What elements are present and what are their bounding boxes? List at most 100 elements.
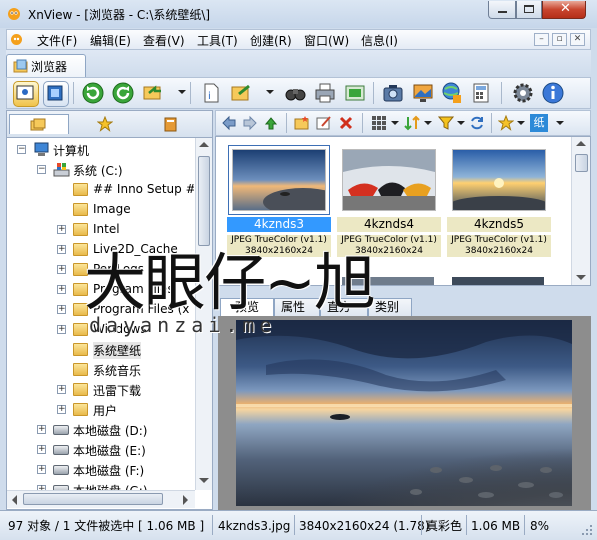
tree-item-folder[interactable]: ## Inno Setup # xyxy=(7,180,194,200)
expand-icon[interactable]: + xyxy=(57,245,66,254)
favorite-star-icon[interactable] xyxy=(498,115,514,131)
sort-dropdown-icon[interactable] xyxy=(424,121,432,125)
sort-icon[interactable] xyxy=(404,115,420,131)
scroll-right-icon[interactable] xyxy=(183,495,188,505)
screen-icon[interactable] xyxy=(411,81,435,105)
mdi-restore-button[interactable]: ▫ xyxy=(552,33,567,46)
expand-icon[interactable]: + xyxy=(37,465,46,474)
expand-icon[interactable]: + xyxy=(57,405,66,414)
menu-view[interactable]: 查看(V) xyxy=(143,32,185,49)
calculator-icon[interactable] xyxy=(469,81,493,105)
thumbnail-image[interactable] xyxy=(342,149,436,211)
expand-icon[interactable]: + xyxy=(57,305,66,314)
scroll-thumb[interactable] xyxy=(575,154,588,172)
mdi-close-button[interactable]: ✕ xyxy=(570,33,585,46)
favorite-dropdown-icon[interactable] xyxy=(517,121,525,125)
main-toolbar: i xyxy=(6,77,591,109)
menu-edit[interactable]: 编辑(E) xyxy=(90,32,131,49)
maximize-button[interactable] xyxy=(516,1,542,19)
tree-item-drive-e[interactable]: + 本地磁盘 (E:) xyxy=(7,440,194,460)
minimize-button[interactable] xyxy=(488,1,516,19)
tree-item-folder-selected[interactable]: 系统壁纸 xyxy=(7,340,194,360)
rename-icon[interactable] xyxy=(316,115,332,131)
export-icon[interactable] xyxy=(229,81,253,105)
tree-item-drive-f[interactable]: + 本地磁盘 (F:) xyxy=(7,460,194,480)
capture-icon[interactable] xyxy=(381,81,405,105)
tree-item-folder[interactable]: + 迅雷下载 xyxy=(7,380,194,400)
rotate-right-icon[interactable] xyxy=(111,81,135,105)
tree-item-computer[interactable]: − 计算机 xyxy=(7,140,194,160)
find-icon[interactable] xyxy=(283,81,307,105)
tab-favorites[interactable] xyxy=(75,114,135,134)
thumbnail-name[interactable]: 4kznds5 xyxy=(447,217,551,232)
tree-item-drive-d[interactable]: + 本地磁盘 (D:) xyxy=(7,420,194,440)
expand-icon[interactable]: + xyxy=(57,265,66,274)
transform-icon[interactable] xyxy=(141,81,165,105)
tree-horizontal-scrollbar[interactable] xyxy=(7,490,195,508)
thumbnail-name[interactable]: 4kznds4 xyxy=(337,217,441,232)
filter-icon[interactable] xyxy=(438,115,454,131)
resize-grip-icon[interactable] xyxy=(581,524,593,536)
transform-dropdown-icon[interactable] xyxy=(178,90,186,94)
menu-file[interactable]: 文件(F) xyxy=(37,32,77,49)
layout-dropdown-icon[interactable] xyxy=(556,121,564,125)
scroll-down-icon[interactable] xyxy=(576,275,586,280)
expand-icon[interactable]: + xyxy=(57,385,66,394)
thumbnail-scrollbar[interactable] xyxy=(571,137,590,285)
export-dropdown-icon[interactable] xyxy=(266,90,274,94)
image-view-icon[interactable] xyxy=(13,81,39,107)
scroll-thumb[interactable] xyxy=(23,493,163,505)
tree-item-folder[interactable]: 系统音乐 xyxy=(7,360,194,380)
up-arrow-icon[interactable] xyxy=(263,115,279,131)
fullscreen-icon[interactable] xyxy=(43,81,69,107)
rotate-left-icon[interactable] xyxy=(81,81,105,105)
delete-icon[interactable] xyxy=(338,115,354,131)
tab-categories[interactable] xyxy=(141,114,201,134)
back-arrow-icon[interactable] xyxy=(221,115,237,131)
menu-info[interactable]: 信息(I) xyxy=(361,32,398,49)
scroll-left-icon[interactable] xyxy=(12,495,17,505)
refresh-icon[interactable] xyxy=(469,115,485,131)
menu-window[interactable]: 窗口(W) xyxy=(304,32,349,49)
collapse-icon[interactable]: − xyxy=(37,165,46,174)
layout-icon[interactable]: 纸 xyxy=(530,114,548,132)
tab-browser[interactable]: 浏览器 xyxy=(6,54,86,77)
web-icon[interactable] xyxy=(439,81,463,105)
drive-icon xyxy=(53,425,69,435)
expand-icon[interactable]: + xyxy=(57,285,66,294)
tree-item-folder[interactable]: + 用户 xyxy=(7,400,194,420)
forward-arrow-icon[interactable] xyxy=(242,115,258,131)
tab-folders[interactable] xyxy=(9,114,69,134)
thumbnail-image[interactable] xyxy=(449,149,549,214)
menu-tools[interactable]: 工具(T) xyxy=(197,32,238,49)
thumbnail-image[interactable] xyxy=(452,277,544,285)
settings-gear-icon[interactable] xyxy=(511,81,535,105)
expand-icon[interactable]: + xyxy=(37,445,46,454)
tab-category[interactable]: 类别 xyxy=(368,298,412,316)
print-icon[interactable] xyxy=(313,81,337,105)
collapse-icon[interactable]: − xyxy=(17,145,26,154)
tree-item-drive-g[interactable]: + 本地磁盘 (G:) xyxy=(7,480,194,490)
expand-icon[interactable]: + xyxy=(37,425,46,434)
info-icon[interactable] xyxy=(541,81,565,105)
preview-image[interactable] xyxy=(236,320,572,506)
thumbnail-view-icon[interactable] xyxy=(371,115,387,131)
new-folder-icon[interactable] xyxy=(294,115,310,131)
tree-item-drive-c[interactable]: − 系统 (C:) xyxy=(7,160,194,180)
scroll-up-icon[interactable] xyxy=(199,142,209,147)
expand-icon[interactable]: + xyxy=(57,325,66,334)
expand-icon[interactable]: + xyxy=(57,225,66,234)
filter-dropdown-icon[interactable] xyxy=(457,121,465,125)
scroll-up-icon[interactable] xyxy=(576,141,586,146)
properties-icon[interactable]: i xyxy=(199,81,223,105)
mdi-minimize-button[interactable]: – xyxy=(534,33,549,46)
document-icon[interactable] xyxy=(10,33,23,46)
menu-create[interactable]: 创建(R) xyxy=(250,32,292,49)
scroll-down-icon[interactable] xyxy=(199,478,209,483)
thumbnail-image[interactable] xyxy=(228,145,343,216)
close-button[interactable]: ✕ xyxy=(542,1,586,19)
thumbnail-name[interactable]: 4kznds3 xyxy=(227,217,331,232)
tree-item-folder[interactable]: Image xyxy=(7,200,194,220)
view-dropdown-icon[interactable] xyxy=(391,121,399,125)
slideshow-icon[interactable] xyxy=(343,81,367,105)
